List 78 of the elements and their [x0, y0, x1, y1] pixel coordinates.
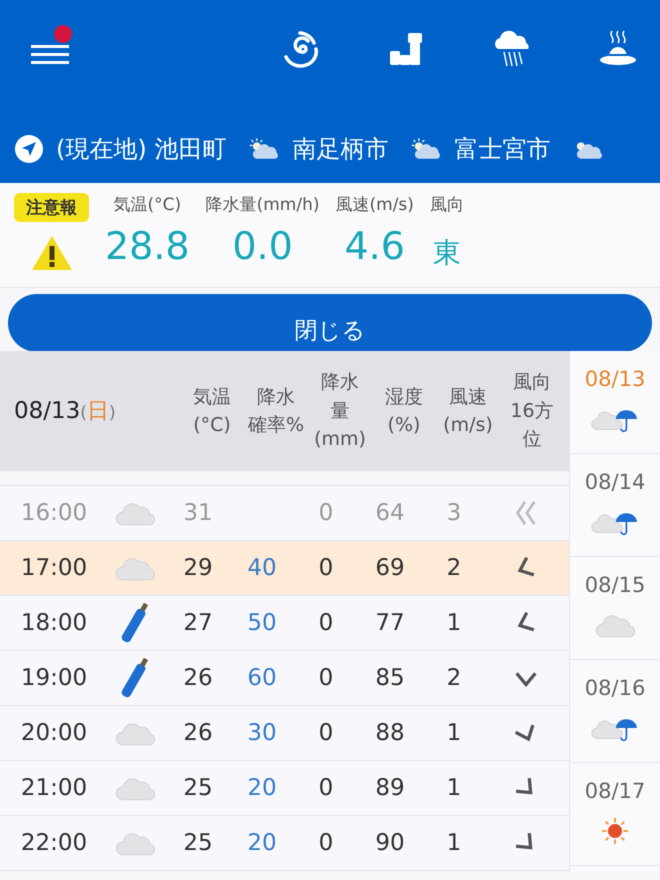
- day-tab[interactable]: 08/15: [570, 557, 660, 660]
- day-date: 08/17: [584, 779, 646, 803]
- precipitation-cell-text: 0: [318, 555, 334, 581]
- column-header: 降水 量 (mm): [313, 370, 367, 452]
- close-button[interactable]: 閉じる: [8, 294, 652, 352]
- date-heading: 08/13: [14, 398, 80, 424]
- day-date: 08/13: [584, 367, 646, 391]
- humidity-cell-text: 88: [374, 720, 406, 746]
- precipitation-cell-text: 0: [318, 500, 334, 526]
- time-cell-text: 16:00: [20, 500, 88, 526]
- rain-chance-cell-text: 20: [246, 775, 278, 801]
- wind-speed-cell-text: 1: [446, 720, 462, 746]
- temperature-cell-text: 27: [182, 610, 214, 636]
- temperature-cell-text: 29: [182, 555, 214, 581]
- bracket: ): [108, 403, 116, 423]
- wind-speed-cell-text: 2: [446, 555, 462, 581]
- column-header: 湿度 (%): [384, 384, 424, 438]
- temperature-cell-text: 26: [182, 720, 214, 746]
- wind-speed-cell-text: 1: [446, 775, 462, 801]
- day-tab[interactable]: 08/16: [570, 660, 660, 763]
- rain-chance-cell-text: 30: [246, 720, 278, 746]
- wind-speed-cell-text: 1: [446, 830, 462, 856]
- time-cell-text: 18:00: [20, 610, 88, 636]
- rain-chance-cell-text: 50: [246, 610, 278, 636]
- column-header: 降水 確率%: [246, 384, 306, 438]
- time-cell-text: 22:00: [20, 830, 88, 856]
- hour-row[interactable]: 17:00 29 40 0 69 2: [0, 541, 570, 596]
- wind-speed-cell-text: 2: [446, 665, 462, 691]
- column-header: 風向 16方 位: [509, 370, 555, 452]
- time-cell-text: 19:00: [20, 665, 88, 691]
- warning-icon: [30, 234, 74, 272]
- time-cell-text: 21:00: [20, 775, 88, 801]
- temperature-cell-text: 25: [182, 775, 214, 801]
- humidity-cell-text: 85: [374, 665, 406, 691]
- sun-cloud-icon: [410, 137, 442, 161]
- day-tab[interactable]: 08/17: [570, 763, 660, 866]
- time-cell-text: 20:00: [20, 720, 88, 746]
- day-date: 08/16: [584, 676, 646, 700]
- reading-value: 28.8: [105, 224, 190, 268]
- location-tab[interactable]: (現在地) 池田町: [56, 133, 226, 165]
- column-header: 風速 (m/s): [442, 384, 494, 438]
- temperature-cell-text: 25: [182, 830, 214, 856]
- temperature-cell-text: 26: [182, 665, 214, 691]
- precipitation-cell-text: 0: [318, 720, 334, 746]
- reading-label: 風向: [430, 194, 464, 216]
- column-header: 気温 (°C): [192, 384, 232, 438]
- reading-label: 気温(°C): [113, 194, 182, 216]
- reading-value: 東: [432, 235, 461, 271]
- rain-chance-cell-text: 20: [246, 830, 278, 856]
- reading-label: 風速(m/s): [336, 194, 414, 216]
- humidity-cell-text: 69: [374, 555, 406, 581]
- day-date: 08/14: [584, 470, 646, 494]
- advisory-badge: 注意報: [14, 193, 89, 222]
- precipitation-cell-text: 0: [318, 610, 334, 636]
- precipitation-cell-text: 0: [318, 775, 334, 801]
- weekday: 日: [86, 398, 109, 426]
- humidity-cell-text: 89: [374, 775, 406, 801]
- reading-value: 0.0: [232, 224, 293, 268]
- sun-icon: [601, 817, 630, 845]
- wind-speed-cell-text: 1: [446, 610, 462, 636]
- rain-chance-cell-text: 60: [246, 665, 278, 691]
- wind-speed-cell-text: 3: [446, 500, 462, 526]
- reading-value: 4.6: [344, 224, 405, 268]
- humidity-cell-text: 77: [374, 610, 406, 636]
- sun-cloud-icon: [248, 137, 280, 161]
- precipitation-cell-text: 0: [318, 665, 334, 691]
- location-tab[interactable]: 南足柄市: [292, 133, 388, 165]
- bracket: (: [80, 403, 87, 423]
- reading-label: 降水量(mm/h): [206, 194, 320, 216]
- day-tab[interactable]: 08/14: [570, 454, 660, 557]
- location-tab[interactable]: 富士宮市: [454, 133, 550, 165]
- time-cell-text: 17:00: [20, 555, 88, 581]
- rain-chance-cell-text: 40: [246, 555, 278, 581]
- precipitation-cell-text: 0: [318, 830, 334, 856]
- humidity-cell-text: 90: [374, 830, 406, 856]
- day-date: 08/15: [584, 573, 646, 597]
- humidity-cell-text: 64: [374, 500, 406, 526]
- temperature-cell-text: 31: [182, 500, 214, 526]
